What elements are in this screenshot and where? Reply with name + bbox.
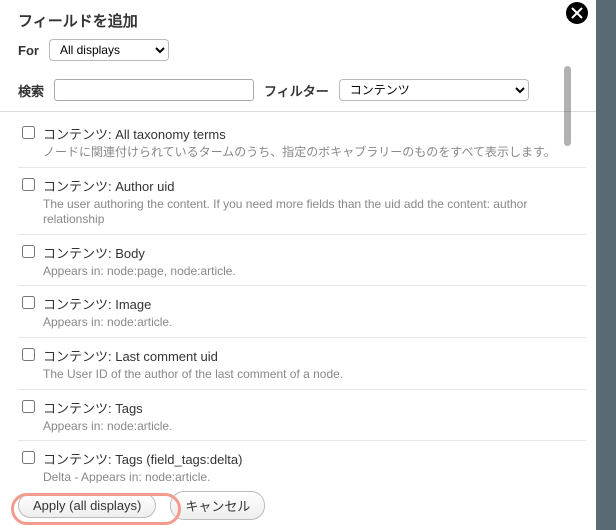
scrollbar-track[interactable] [566, 56, 574, 498]
field-item[interactable]: コンテンツ: Last comment uid The User ID of t… [18, 337, 586, 389]
dialog-header: フィールドを追加 For All displays [0, 0, 596, 79]
field-desc: Appears in: node:article. [43, 419, 582, 435]
field-title: コンテンツ: Image [43, 294, 582, 313]
field-title: コンテンツ: All taxonomy terms [43, 124, 582, 143]
filter-select[interactable]: コンテンツ [339, 79, 529, 101]
field-title: コンテンツ: Author uid [43, 176, 582, 195]
close-button[interactable] [566, 2, 588, 24]
for-row: For All displays [18, 39, 578, 61]
field-title: コンテンツ: Last comment uid [43, 346, 582, 365]
field-checkbox[interactable] [22, 400, 35, 413]
filter-label: フィルター [264, 81, 329, 100]
field-title: コンテンツ: Body [43, 243, 582, 262]
for-select[interactable]: All displays [49, 39, 169, 61]
fields-list[interactable]: コンテンツ: All taxonomy terms ノードに関連付けられているタ… [0, 112, 596, 484]
right-edge-strip [596, 0, 616, 530]
field-item[interactable]: コンテンツ: Image Appears in: node:article. [18, 285, 586, 337]
search-input[interactable] [54, 79, 254, 101]
field-desc: The User ID of the author of the last co… [43, 367, 582, 383]
search-label: 検索 [18, 81, 44, 100]
field-item[interactable]: コンテンツ: Tags (field_tags:delta) Delta - A… [18, 440, 586, 484]
field-checkbox[interactable] [22, 451, 35, 464]
field-item[interactable]: コンテンツ: Tags Appears in: node:article. [18, 389, 586, 441]
cancel-button[interactable]: キャンセル [170, 491, 265, 520]
dialog-footer: Apply (all displays) キャンセル [0, 483, 596, 530]
field-item[interactable]: コンテンツ: Author uid The user authoring the… [18, 167, 586, 234]
field-checkbox[interactable] [22, 348, 35, 361]
add-fields-dialog: フィールドを追加 For All displays 検索 フィルター コンテンツ… [0, 0, 596, 530]
field-desc: Appears in: node:article. [43, 315, 582, 331]
field-item[interactable]: コンテンツ: All taxonomy terms ノードに関連付けられているタ… [18, 116, 586, 167]
field-title: コンテンツ: Tags [43, 398, 582, 417]
field-title: コンテンツ: Tags (field_tags:delta) [43, 449, 582, 468]
close-icon [571, 7, 583, 19]
field-desc: Delta - Appears in: node:article. [43, 470, 582, 484]
field-item[interactable]: コンテンツ: Body Appears in: node:page, node:… [18, 234, 586, 286]
scrollbar-thumb[interactable] [564, 66, 571, 146]
for-label: For [18, 43, 39, 58]
field-checkbox[interactable] [22, 126, 35, 139]
field-checkbox[interactable] [22, 178, 35, 191]
field-desc: The user authoring the content. If you n… [43, 197, 582, 228]
dialog-title: フィールドを追加 [18, 10, 578, 31]
field-checkbox[interactable] [22, 296, 35, 309]
field-desc: Appears in: node:page, node:article. [43, 264, 582, 280]
search-filter-row: 検索 フィルター コンテンツ [0, 79, 596, 112]
field-desc: ノードに関連付けられているタームのうち、指定のボキャブラリーのものをすべて表示し… [43, 145, 582, 161]
field-checkbox[interactable] [22, 245, 35, 258]
apply-button[interactable]: Apply (all displays) [18, 493, 156, 518]
